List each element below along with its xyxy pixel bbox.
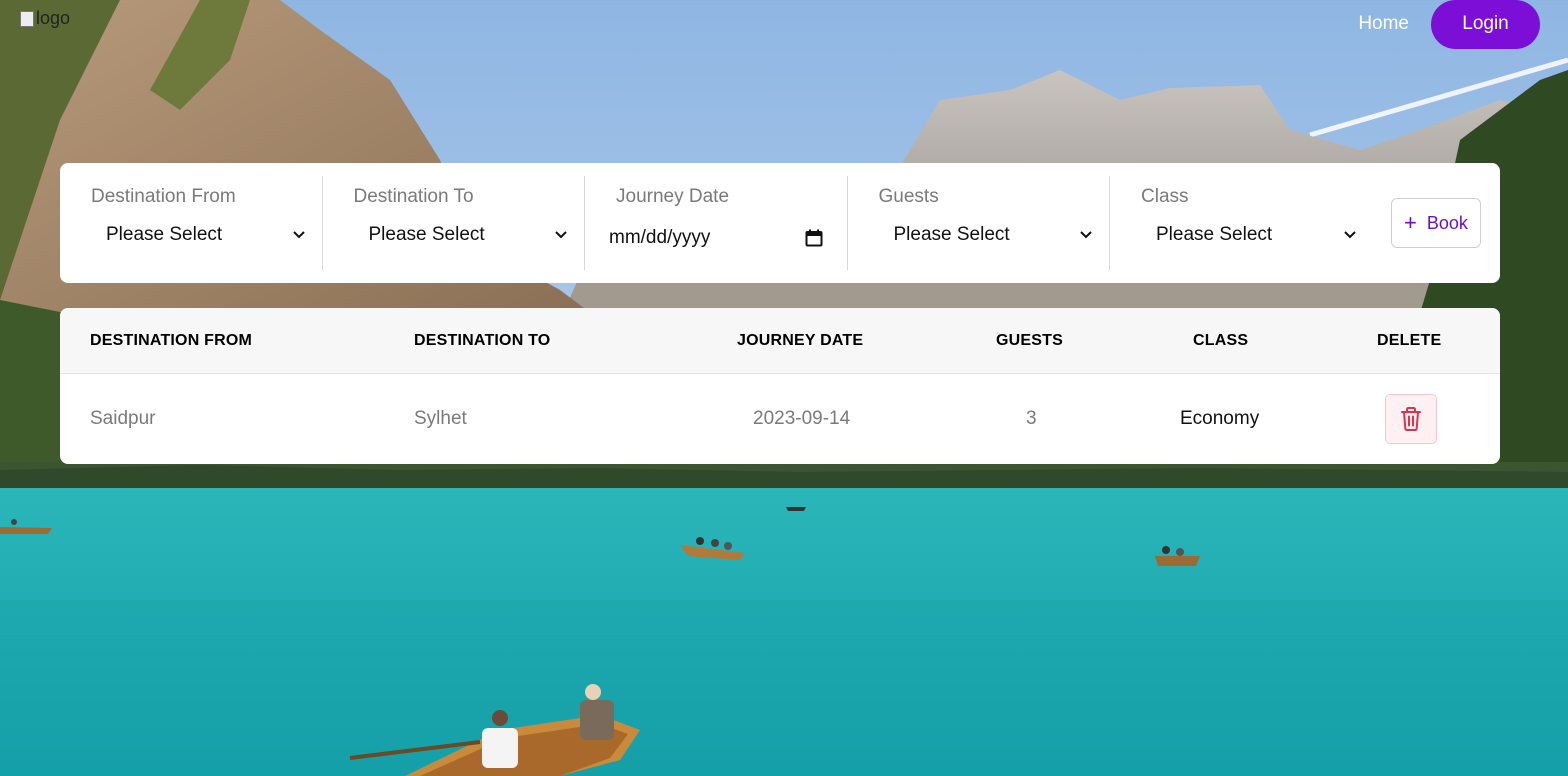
calendar-icon[interactable]	[805, 229, 823, 247]
nav-home-link[interactable]: Home	[1358, 13, 1409, 35]
trash-icon	[1401, 407, 1421, 431]
class-value: Please Select	[1156, 224, 1273, 245]
destination-from-select[interactable]: Please Select	[106, 222, 306, 248]
bookings-table: DESTINATION FROM DESTINATION TO JOURNEY …	[60, 308, 1500, 464]
column-header-guests: GUESTS	[996, 331, 1063, 349]
guests-field: Guests Please Select	[848, 176, 1110, 270]
class-field: Class Please Select	[1110, 176, 1373, 270]
chevron-down-icon	[292, 231, 305, 239]
guests-label: Guests	[878, 186, 939, 207]
top-nav: Home Login	[1358, 0, 1540, 49]
journey-date-value: mm/dd/yyyy	[609, 227, 711, 248]
class-label: Class	[1141, 186, 1189, 207]
table-row: Saidpur Sylhet 2023-09-14 3 Economy	[60, 374, 1500, 464]
cell-destination-to: Sylhet	[414, 408, 467, 429]
destination-from-field: Destination From Please Select	[60, 176, 323, 270]
column-header-destination-to: DESTINATION TO	[414, 331, 551, 349]
column-header-delete: DELETE	[1377, 331, 1442, 349]
journey-date-field: Journey Date mm/dd/yyyy	[585, 176, 848, 270]
cell-delete	[1385, 374, 1437, 464]
destination-from-label: Destination From	[91, 186, 236, 207]
book-button-label: Book	[1426, 212, 1468, 233]
guests-value: Please Select	[893, 224, 1010, 245]
destination-to-select[interactable]: Please Select	[369, 222, 569, 248]
booking-form: Destination From Please Select Destinati…	[60, 163, 1500, 283]
broken-image-icon	[20, 10, 34, 27]
journey-date-label: Journey Date	[616, 186, 730, 207]
login-button[interactable]: Login	[1431, 0, 1540, 49]
chevron-down-icon	[1080, 231, 1092, 239]
destination-to-value: Please Select	[368, 224, 485, 245]
journey-date-input[interactable]: mm/dd/yyyy	[609, 224, 823, 252]
chevron-down-icon	[555, 231, 567, 239]
cell-class: Economy	[1180, 408, 1260, 429]
cell-journey-date: 2023-09-14	[753, 408, 851, 429]
logo-image[interactable]: logo	[20, 8, 70, 29]
table-header-row: DESTINATION FROM DESTINATION TO JOURNEY …	[60, 308, 1500, 374]
cell-guests: 3	[1026, 408, 1037, 429]
cell-destination-from: Saidpur	[90, 408, 156, 429]
guests-select[interactable]: Please Select	[894, 222, 1094, 248]
plus-icon: +	[1404, 210, 1417, 235]
class-select[interactable]: Please Select	[1156, 222, 1357, 248]
column-header-class: CLASS	[1193, 331, 1249, 349]
logo-alt-text: logo	[36, 8, 71, 28]
column-header-destination-from: DESTINATION FROM	[90, 331, 253, 349]
destination-to-label: Destination To	[353, 186, 474, 207]
destination-to-field: Destination To Please Select	[323, 176, 585, 270]
book-button[interactable]: + Book	[1391, 198, 1481, 248]
chevron-down-icon	[1343, 231, 1356, 239]
column-header-journey-date: JOURNEY DATE	[737, 331, 864, 349]
delete-button[interactable]	[1385, 394, 1437, 444]
destination-from-value: Please Select	[106, 224, 223, 245]
